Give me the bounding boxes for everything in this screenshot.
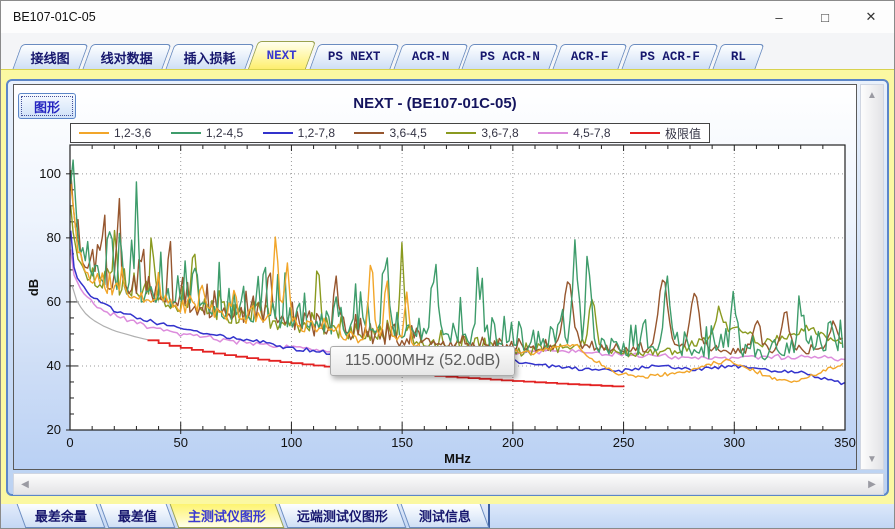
bottom-tab-filler (488, 504, 894, 528)
chart-canvas: 0 50 100 150 200 250 300 350 20 40 60 80 100 MHz dB (14, 85, 856, 469)
svg-text:100: 100 (281, 435, 303, 450)
svg-text:150: 150 (391, 435, 413, 450)
tab-label: 插入损耗 (184, 48, 236, 67)
top-tab-strip: 接线图 线对数据 插入损耗 NEXT PS NEXT ACR-N PS ACR-N ACR-F… (1, 33, 894, 69)
window-controls: – □ ✕ (756, 1, 894, 33)
scroll-up-icon[interactable]: ▲ (861, 85, 883, 105)
svg-text:0: 0 (66, 435, 73, 450)
top-tab-7[interactable]: ACR-F (553, 44, 628, 69)
bottom-tab-1[interactable]: 最差值 (100, 504, 176, 528)
tab-label: PS NEXT (328, 50, 381, 64)
top-tab-6[interactable]: PS ACR-N (462, 44, 559, 69)
scroll-down-icon[interactable]: ▼ (861, 449, 883, 469)
svg-text:200: 200 (502, 435, 524, 450)
bottom-tab-3[interactable]: 远端测试仪图形 (279, 504, 407, 528)
bottom-tab-strip: 最差余量 最差值 主测试仪图形 远端测试仪图形 测试信息 (1, 504, 894, 528)
svg-text:300: 300 (723, 435, 745, 450)
top-tab-1[interactable]: 线对数据 (82, 44, 171, 69)
tab-label: PS ACR-N (480, 50, 540, 64)
svg-text:60: 60 (47, 294, 61, 309)
bottom-tab-4[interactable]: 测试信息 (401, 504, 490, 528)
svg-text:350: 350 (834, 435, 856, 450)
title-bar: BE107-01C-05 – □ ✕ (1, 1, 894, 34)
app-window: BE107-01C-05 – □ ✕ 接线图 线对数据 插入损耗 NEXT PS NEX… (0, 0, 895, 529)
active-sheet: 图形 NEXT - (BE107-01C-05) 1,2-3,61,2-4,51… (1, 69, 894, 504)
close-icon[interactable]: ✕ (848, 1, 894, 33)
tab-label: ACR-N (411, 50, 449, 64)
tab-label: RL (730, 50, 745, 64)
cursor-tooltip: 115.000MHz (52.0dB) (330, 346, 515, 376)
svg-text:250: 250 (613, 435, 635, 450)
tab-label: 接线图 (31, 48, 70, 67)
scroll-left-icon[interactable]: ◀ (14, 474, 36, 494)
svg-text:MHz: MHz (444, 451, 471, 466)
tab-label: 主测试仪图形 (188, 506, 266, 525)
top-tab-0[interactable]: 接线图 (12, 44, 88, 69)
graph-panel: 图形 NEXT - (BE107-01C-05) 1,2-3,61,2-4,51… (6, 79, 889, 496)
chart-widget: 图形 NEXT - (BE107-01C-05) 1,2-3,61,2-4,51… (13, 84, 857, 470)
tab-label: PS ACR-F (639, 50, 699, 64)
bottom-tab-0[interactable]: 最差余量 (17, 504, 106, 528)
svg-text:40: 40 (47, 358, 61, 373)
tab-label: 测试信息 (419, 506, 471, 525)
svg-text:20: 20 (47, 422, 61, 437)
window-title: BE107-01C-05 (13, 10, 96, 24)
vertical-scrollbar[interactable]: ▲ ▼ (860, 84, 884, 470)
top-tab-4[interactable]: PS NEXT (310, 44, 400, 69)
top-tab-3[interactable]: NEXT (248, 41, 316, 69)
horizontal-scrollbar[interactable]: ◀ ▶ (13, 473, 884, 495)
svg-text:100: 100 (39, 166, 61, 181)
top-tab-9[interactable]: RL (712, 44, 764, 69)
tab-label: NEXT (267, 49, 297, 63)
svg-text:50: 50 (173, 435, 187, 450)
top-tab-5[interactable]: ACR-N (393, 44, 468, 69)
maximize-icon[interactable]: □ (802, 1, 848, 33)
tab-label: 最差余量 (35, 506, 87, 525)
tab-label: 最差值 (118, 506, 157, 525)
svg-text:dB: dB (26, 279, 41, 296)
tab-label: 远端测试仪图形 (297, 506, 388, 525)
scroll-right-icon[interactable]: ▶ (861, 474, 883, 494)
top-tab-8[interactable]: PS ACR-F (621, 44, 718, 69)
tab-label: 线对数据 (101, 48, 153, 67)
tab-label: ACR-F (571, 50, 609, 64)
minimize-icon[interactable]: – (756, 1, 802, 33)
top-tab-2[interactable]: 插入损耗 (165, 44, 254, 69)
svg-text:80: 80 (47, 230, 61, 245)
bottom-tab-2[interactable]: 主测试仪图形 (170, 504, 285, 528)
